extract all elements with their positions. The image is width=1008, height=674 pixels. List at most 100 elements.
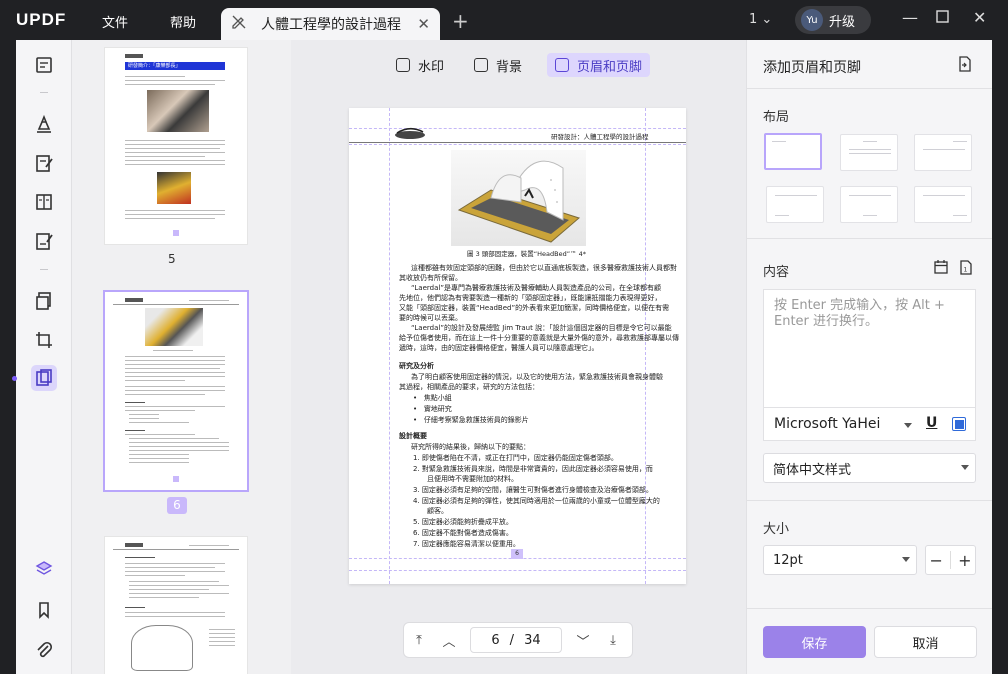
divider: [950, 551, 951, 569]
export-template-icon[interactable]: [958, 56, 972, 76]
layers-icon[interactable]: [33, 558, 55, 580]
maximize-icon[interactable]: [936, 9, 950, 28]
panel-title: 添加页眉和页脚: [763, 60, 861, 76]
new-tab-icon[interactable]: +: [452, 9, 469, 33]
close-window-icon[interactable]: ✕: [973, 8, 986, 27]
page-navigation: ⤒ ︿ 6 / 34 ﹀ ⤓: [403, 622, 633, 658]
size-select[interactable]: 12pt: [763, 545, 917, 575]
decrease-size-icon[interactable]: −: [930, 551, 943, 570]
divider: [747, 88, 993, 89]
close-tab-icon[interactable]: ✕: [417, 15, 430, 33]
underline-icon[interactable]: U: [926, 415, 937, 431]
color-picker[interactable]: [952, 417, 966, 431]
layout-option-5[interactable]: [840, 186, 898, 223]
window-count[interactable]: 1 ⌄: [749, 12, 772, 27]
headbed-photo: [451, 150, 586, 246]
journal-logo: [393, 126, 427, 140]
menu-help[interactable]: 帮助: [170, 12, 196, 31]
pdf-page[interactable]: 研發設計：人體工程學的設計過程 圖 3 頭部固定器，裝置“HeadBed”™ 4…: [349, 108, 686, 584]
font-select[interactable]: Microsoft YaHei U: [763, 407, 976, 441]
page-number-icon[interactable]: 1: [959, 260, 973, 279]
cancel-button[interactable]: 取消: [874, 626, 977, 658]
para3-line2: 給予位傷者使用，而在這上一件十分重要的意義就是大量外傷的意外，尋救救護部專屬以傳: [399, 334, 679, 342]
bookmark-icon[interactable]: [33, 599, 55, 621]
edit-text-icon[interactable]: [33, 152, 55, 174]
margin-guide: [645, 108, 646, 584]
previous-page-icon[interactable]: ︿: [434, 631, 464, 650]
increase-size-icon[interactable]: +: [958, 551, 971, 570]
organize-pages-icon[interactable]: [33, 191, 55, 213]
page-input[interactable]: 6 / 34: [470, 627, 562, 653]
total-pages: 34: [524, 632, 541, 648]
list-item: 4. 固定器必須有足夠的彈性，使其同時適用於一位兩歲的小童或一位體型龐大的: [413, 497, 660, 505]
tab-title: 人體工程學的設計過程: [261, 17, 401, 33]
save-button[interactable]: 保存: [763, 626, 866, 658]
watermark-label: 水印: [418, 59, 445, 75]
highlighter-icon[interactable]: [33, 113, 55, 135]
header-footer-icon: [555, 58, 569, 72]
style-select-value: 简体中文样式: [773, 462, 852, 478]
thumbnail-number-selected: 6: [167, 497, 187, 514]
thumbnail-page-6[interactable]: [105, 292, 247, 490]
background-button[interactable]: 背景: [466, 53, 530, 77]
thumbnail-panel: 研發簡介：「康樂部長」 5 6: [71, 40, 291, 674]
updf-logo: UPDF: [16, 10, 67, 29]
left-toolbar: [16, 40, 71, 674]
crop-icon[interactable]: [33, 329, 55, 351]
size-value: 12pt: [773, 552, 803, 568]
divider: [747, 238, 993, 239]
header-rule: [349, 142, 686, 143]
layout-option-1[interactable]: [764, 133, 822, 170]
chevron-down-icon: ⌄: [761, 12, 773, 27]
upgrade-label: 升级: [829, 14, 856, 30]
next-page-icon[interactable]: ﹀: [568, 631, 598, 650]
thumb-footer: [173, 230, 179, 236]
layout-option-3[interactable]: [914, 134, 972, 171]
size-label: 大小: [763, 522, 790, 537]
document-tab[interactable]: 人體工程學的設計過程 ✕: [221, 8, 440, 40]
style-select[interactable]: 简体中文样式: [763, 453, 976, 483]
content-input[interactable]: 按 Enter 完成输入，按 Alt + Enter 进行换行。: [763, 289, 976, 407]
thumbnail-page-7[interactable]: [105, 537, 247, 674]
svg-text:1: 1: [964, 267, 968, 274]
background-label: 背景: [496, 59, 523, 75]
watermark-button[interactable]: 水印: [388, 53, 452, 77]
chevron-down-icon: [904, 423, 912, 428]
attachment-icon[interactable]: [33, 639, 55, 661]
header-footer-button[interactable]: 页眉和页脚: [547, 53, 651, 77]
sidebar-indicator: [12, 376, 17, 381]
header-footer-panel: 添加页眉和页脚 布局 内容 1 按 Enter 完成输入，按 Alt + Ent…: [746, 40, 993, 674]
list-item: 1. 即使傷者陷在不清，或正在打鬥中，固定器仍能固定傷者頭部。: [413, 454, 618, 462]
thumbnail-number: 5: [168, 252, 176, 266]
list-item: 5. 固定器必須能夠折疊成平放。: [413, 518, 513, 526]
fill-sign-icon[interactable]: [33, 230, 55, 252]
menu-file[interactable]: 文件: [102, 12, 128, 31]
thumb-photo-2: [157, 172, 191, 204]
list-item: 3. 固定器必須有足夠的空間，讓醫生可對傷者進行身體檢查及治療傷者頭部。: [413, 486, 653, 494]
list-item: 顧客。: [427, 507, 448, 515]
size-stepper: − +: [925, 545, 976, 575]
layout-option-6[interactable]: [914, 186, 972, 223]
para1-line1: 這種都雖有效固定頭部的困難，但由於它以直通底板製造，很多醫療救護技術人員都對: [411, 264, 677, 272]
updf-window: UPDF 文件 帮助 人體工程學的設計過程 ✕ + 1 ⌄ Yu 升级 — ✕: [0, 0, 1008, 674]
layout-option-2[interactable]: [840, 134, 898, 171]
thumb-logo: [125, 54, 143, 58]
thumbnail-page-5[interactable]: 研發簡介：「康樂部長」: [105, 48, 247, 244]
thumb-photo: [147, 90, 209, 132]
page-tools-icon[interactable]: [31, 365, 57, 391]
first-page-icon[interactable]: ⤒: [404, 633, 434, 648]
window-edge: [992, 40, 1008, 674]
font-name: Microsoft YaHei: [774, 416, 881, 432]
minimize-icon[interactable]: —: [902, 8, 918, 27]
upgrade-button[interactable]: Yu 升级: [795, 6, 871, 34]
reader-icon[interactable]: [33, 54, 55, 76]
layout-label: 布局: [763, 110, 790, 125]
last-page-icon[interactable]: ⤓: [598, 633, 628, 648]
layout-option-4[interactable]: [766, 186, 824, 223]
sec1-line2: 其過程，相關產品的要求，研究的方法包括：: [399, 383, 539, 391]
calendar-icon[interactable]: [934, 260, 948, 278]
para2-line2: 先地位，他們認為有需要製造一種新的「頭部固定器」，既能讓抵擋能力表現得更好，: [399, 294, 662, 302]
convert-icon[interactable]: [33, 290, 55, 312]
watermark-icon: [396, 58, 410, 72]
list-item: 且便用時不需要附加的材料。: [427, 475, 518, 483]
